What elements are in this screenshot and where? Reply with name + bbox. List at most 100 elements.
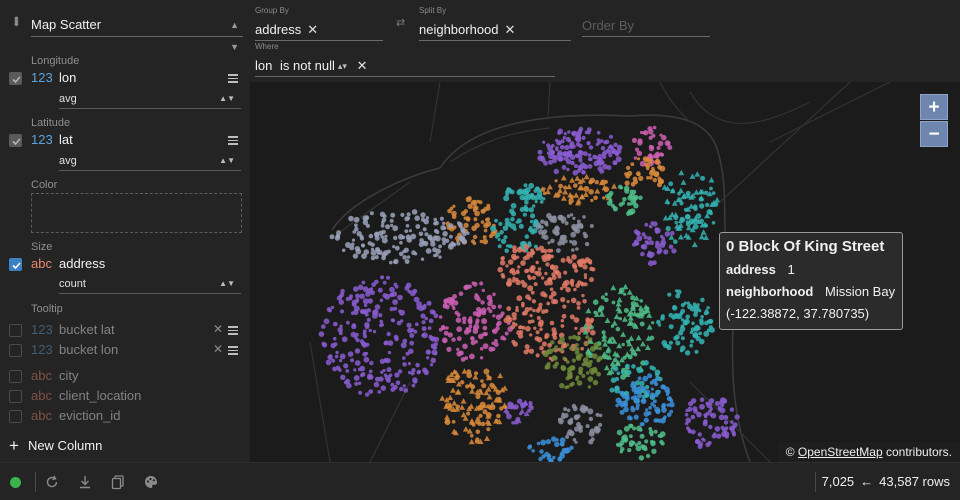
- column-row-lon[interactable]: 123 lon: [0, 68, 250, 90]
- scatter-point: [610, 324, 615, 328]
- scatter-point-triangle: [635, 334, 642, 341]
- scatter-point: [529, 226, 533, 230]
- map-canvas[interactable]: + − 0 Block Of King Street address 1 nei…: [250, 82, 960, 462]
- openstreetmap-link[interactable]: OpenStreetMap: [798, 445, 883, 459]
- column-row-bucket-lon[interactable]: 123 bucket lon ✕: [0, 340, 250, 362]
- new-column-button[interactable]: + New Column: [9, 436, 102, 456]
- scatter-point: [429, 335, 434, 341]
- column-row-client-location[interactable]: abc client_location: [0, 386, 250, 408]
- scatter-point-triangle: [703, 234, 709, 240]
- split-by-input[interactable]: neighborhood ✕: [419, 20, 571, 41]
- column-row-city[interactable]: abc city: [0, 366, 250, 388]
- scatter-point: [650, 402, 654, 406]
- scatter-point: [583, 273, 588, 277]
- column-settings-icon[interactable]: [228, 346, 238, 357]
- scatter-point: [474, 293, 479, 297]
- column-checkbox[interactable]: [9, 390, 22, 403]
- scatter-point: [463, 222, 469, 228]
- scatter-point: [689, 330, 694, 335]
- scatter-point: [711, 191, 716, 195]
- scatter-point: [543, 293, 548, 298]
- scatter-point: [620, 370, 625, 375]
- scatter-point: [580, 404, 586, 411]
- aggregate-select-address[interactable]: count ▲▼: [59, 275, 241, 294]
- scatter-point-triangle: [694, 171, 701, 177]
- scatter-point: [366, 317, 371, 322]
- swap-pivots-icon[interactable]: ⇄: [396, 16, 405, 29]
- aggregate-select-lon[interactable]: avg ▲▼: [59, 90, 241, 109]
- scatter-point: [601, 330, 606, 335]
- column-settings-icon[interactable]: [228, 326, 238, 337]
- download-icon[interactable]: [77, 474, 93, 490]
- copy-icon[interactable]: [110, 474, 126, 490]
- scatter-point: [575, 283, 580, 288]
- column-row-eviction-id[interactable]: abc eviction_id: [0, 406, 250, 428]
- where-input[interactable]: lon is not null ▴▾ ✕: [255, 56, 555, 77]
- scatter-point: [564, 144, 570, 151]
- where-column: lon: [255, 58, 273, 73]
- aggregate-select-lat[interactable]: avg ▲▼: [59, 152, 241, 171]
- theme-palette-icon[interactable]: [143, 474, 159, 490]
- column-settings-icon[interactable]: [228, 136, 238, 147]
- panel-drag-handle-icon[interactable]: •••: [9, 16, 25, 25]
- scatter-point: [505, 264, 509, 268]
- scatter-point: [630, 301, 637, 307]
- column-settings-icon[interactable]: [228, 74, 238, 85]
- where-operator[interactable]: is not null: [280, 58, 335, 73]
- column-checkbox[interactable]: [9, 370, 22, 383]
- scatter-point: [668, 324, 674, 330]
- scatter-point: [363, 303, 368, 308]
- scatter-point: [631, 364, 636, 369]
- type-icon: abc: [31, 388, 52, 403]
- scatter-point: [723, 420, 729, 425]
- column-checkbox[interactable]: [9, 258, 22, 271]
- scatter-point: [393, 306, 398, 311]
- scatter-point: [569, 278, 575, 284]
- remove-filter-icon[interactable]: ✕: [357, 58, 368, 73]
- column-checkbox[interactable]: [9, 344, 22, 357]
- scatter-point: [656, 146, 661, 150]
- reset-icon[interactable]: [44, 474, 60, 490]
- scatter-point: [330, 305, 335, 310]
- scatter-point: [392, 299, 398, 305]
- remove-split-by-icon[interactable]: ✕: [505, 22, 516, 37]
- scatter-point: [687, 406, 693, 412]
- remove-group-by-icon[interactable]: ✕: [307, 22, 318, 37]
- scatter-point: [574, 153, 579, 158]
- scatter-point: [696, 326, 701, 331]
- order-by-input[interactable]: Order By: [582, 16, 710, 37]
- scatter-point: [619, 186, 624, 190]
- scatter-point: [720, 425, 725, 430]
- scatter-point: [528, 348, 535, 354]
- scatter-point-triangle: [639, 340, 646, 347]
- zoom-in-button[interactable]: +: [920, 94, 948, 120]
- scatter-point: [636, 366, 641, 372]
- scatter-point: [371, 282, 377, 287]
- column-row-lat[interactable]: 123 lat: [0, 130, 250, 152]
- scatter-point: [623, 292, 627, 296]
- scatter-point-triangle: [460, 411, 467, 418]
- column-checkbox[interactable]: [9, 410, 22, 423]
- column-checkbox[interactable]: [9, 134, 22, 147]
- scatter-point: [467, 196, 472, 201]
- scatter-point: [587, 153, 592, 157]
- scatter-point-triangle: [621, 316, 628, 322]
- scatter-point: [418, 241, 425, 248]
- scatter-point: [590, 371, 594, 375]
- tooltip-label: Tooltip: [31, 303, 63, 315]
- scatter-point: [615, 156, 622, 163]
- scatter-point: [586, 354, 590, 358]
- remove-column-icon[interactable]: ✕: [213, 342, 223, 356]
- plugin-select[interactable]: Map Scatter ▲ ▼: [31, 14, 243, 52]
- column-checkbox[interactable]: [9, 72, 22, 85]
- scatter-point: [574, 268, 579, 273]
- column-row-bucket-lat[interactable]: 123 bucket lat ✕: [0, 320, 250, 342]
- color-drop-target[interactable]: [31, 193, 242, 233]
- scatter-point: [575, 343, 579, 347]
- scatter-point: [412, 288, 418, 294]
- remove-column-icon[interactable]: ✕: [213, 322, 223, 336]
- column-checkbox[interactable]: [9, 324, 22, 337]
- column-row-address[interactable]: abc address: [0, 254, 250, 276]
- zoom-out-button[interactable]: −: [920, 121, 948, 147]
- group-by-input[interactable]: address ✕: [255, 20, 383, 41]
